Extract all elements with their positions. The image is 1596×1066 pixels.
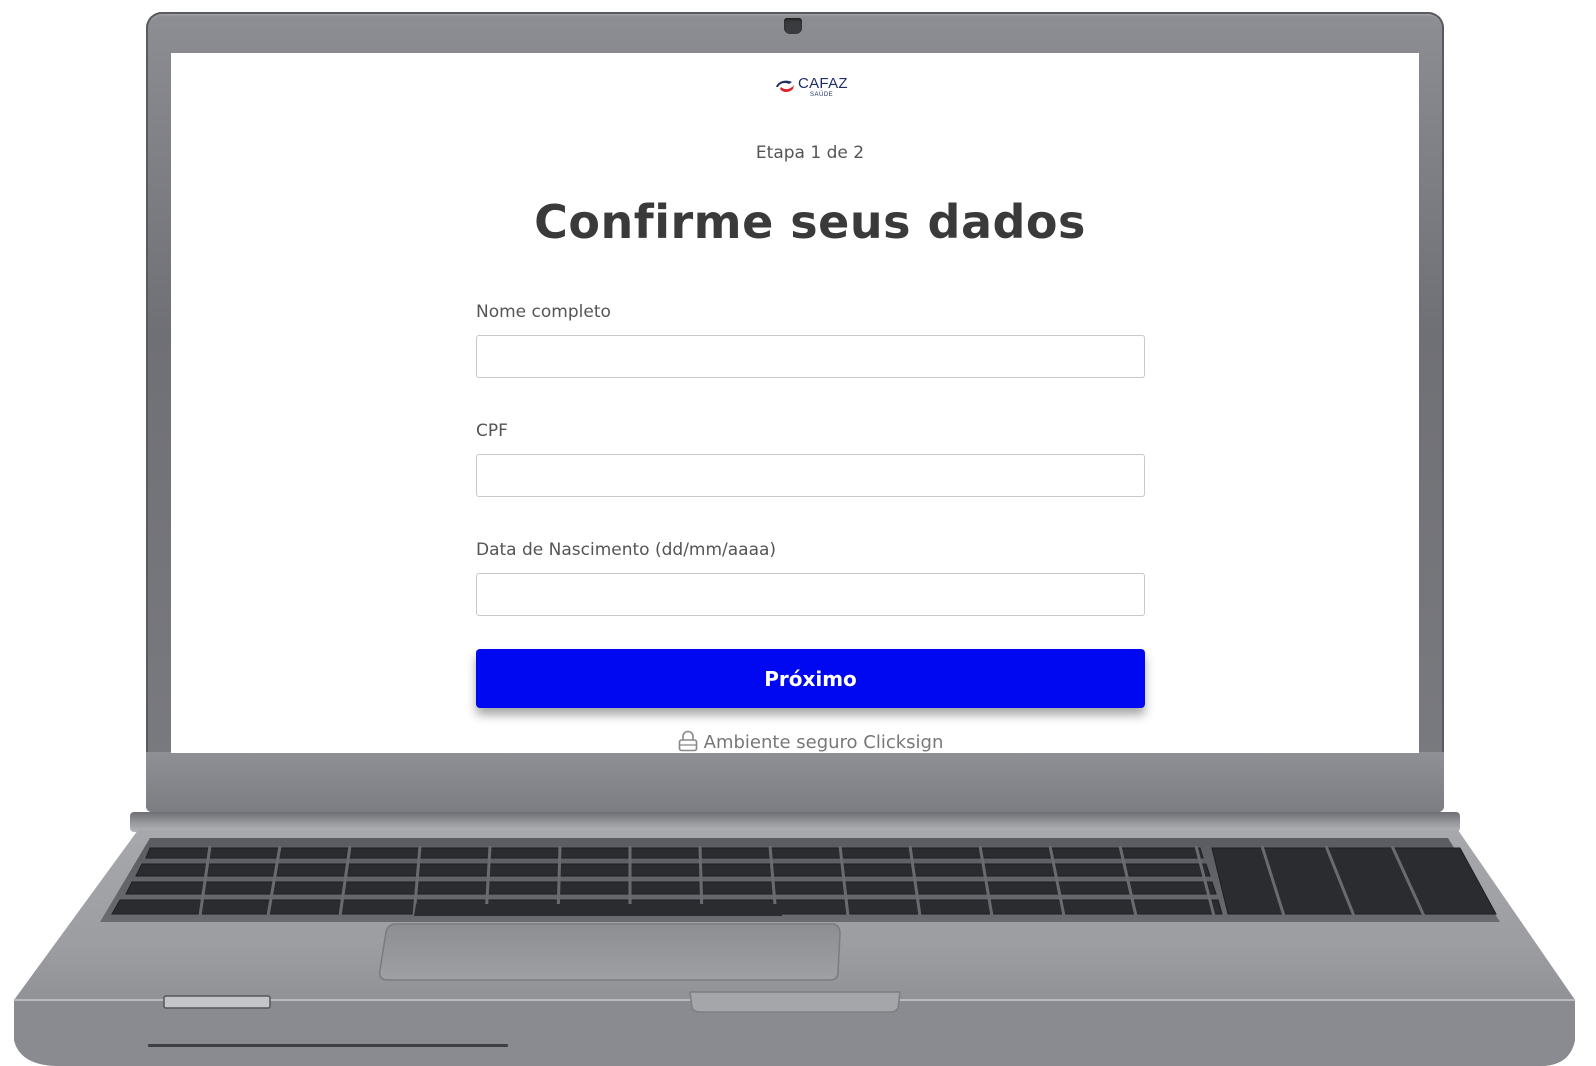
laptop-base: [14, 830, 1575, 1066]
laptop-mockup: CAFAZ SAÚDE Etapa 1 de 2 Confirme seus d…: [0, 0, 1596, 1066]
